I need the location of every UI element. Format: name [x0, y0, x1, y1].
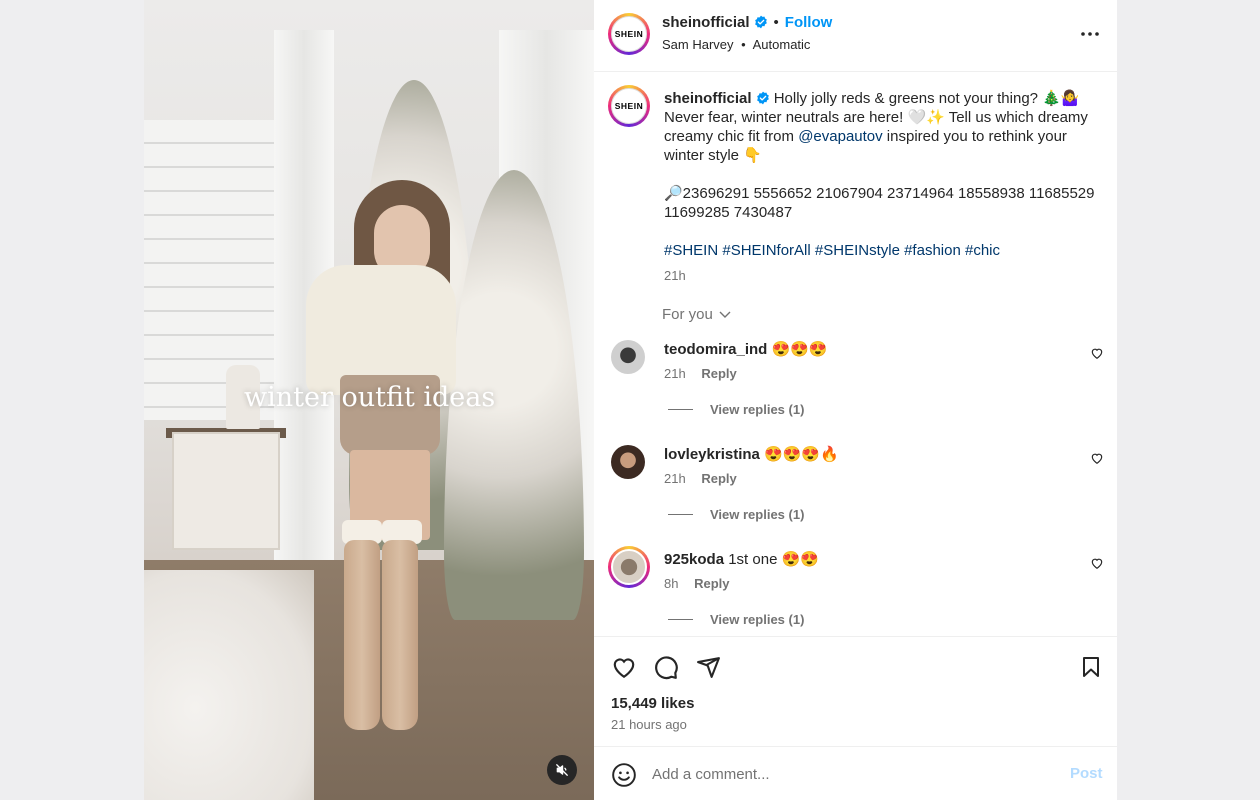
caption-hashtags: #SHEIN #SHEINforAll #SHEINstyle #fashion… — [664, 241, 1104, 260]
heart-icon[interactable] — [1090, 556, 1104, 570]
shein-logo: SHEIN — [611, 88, 647, 124]
divider-line — [668, 619, 693, 620]
view-replies-label: View replies (1) — [710, 507, 805, 522]
white-rug — [144, 570, 314, 800]
commenter-avatar[interactable] — [608, 546, 650, 588]
commenter-avatar[interactable] — [611, 445, 645, 479]
divider-line — [668, 409, 693, 410]
ellipsis-icon — [1081, 32, 1099, 36]
more-options-button[interactable] — [1078, 22, 1102, 46]
comment-time: 21h — [664, 471, 686, 486]
emoji-button[interactable] — [611, 762, 637, 788]
author-avatar[interactable]: SHEIN — [608, 13, 650, 55]
add-comment-form: Post — [594, 746, 1117, 800]
comment-item: 925koda 1st one 😍😍 8h Reply View replies… — [594, 546, 1117, 636]
comment-content: teodomira_ind 😍😍😍 — [664, 340, 828, 358]
view-replies-button[interactable]: View replies (1) — [668, 507, 804, 522]
shein-logo: SHEIN — [611, 16, 647, 52]
author-username[interactable]: sheinofficial — [662, 14, 750, 31]
post-comment-button[interactable]: Post — [1070, 765, 1103, 782]
hashtag[interactable]: #chic — [965, 242, 1000, 259]
reply-button[interactable]: Reply — [694, 576, 729, 591]
post-header: SHEIN sheinofficial • Follow Sam Harvey • … — [594, 0, 1117, 72]
view-replies-label: View replies (1) — [710, 612, 805, 627]
hashtag[interactable]: #SHEINforAll — [722, 242, 810, 259]
comment-sort-label: For you — [662, 306, 713, 323]
hashtag[interactable]: #SHEINstyle — [815, 242, 900, 259]
heart-icon — [613, 658, 635, 679]
audio-artist: Sam Harvey — [662, 37, 734, 52]
comment-meta: 8h Reply — [664, 576, 730, 591]
comment-button[interactable] — [652, 653, 680, 681]
comment-item: teodomira_ind 😍😍😍 21h Reply View replies… — [594, 340, 1117, 440]
comment-bubble-icon — [655, 656, 678, 680]
commenter-username[interactable]: lovleykristina — [664, 446, 760, 463]
view-replies-button[interactable]: View replies (1) — [668, 402, 804, 417]
caption-product-codes: 🔎23696291 5556652 21067904 23714964 1855… — [664, 185, 1095, 221]
nightstand — [172, 432, 280, 550]
like-button[interactable] — [610, 653, 638, 681]
heart-icon[interactable] — [1090, 346, 1104, 360]
hashtag[interactable]: #SHEIN — [664, 242, 718, 259]
view-replies-label: View replies (1) — [710, 402, 805, 417]
likes-count[interactable]: 15,449 likes — [611, 695, 694, 712]
post-panel: SHEIN sheinofficial • Follow Sam Harvey • … — [594, 0, 1117, 800]
comment-content: 925koda 1st one 😍😍 — [664, 550, 819, 568]
comment-content: lovleykristina 😍😍😍🔥 — [664, 445, 839, 463]
boot-right — [382, 540, 418, 730]
view-replies-button[interactable]: View replies (1) — [668, 612, 804, 627]
shiplap-wall — [144, 120, 294, 420]
emoji-smiley-icon — [612, 763, 636, 787]
comment-meta: 21h Reply — [664, 471, 737, 486]
caption-time: 21h — [664, 268, 686, 283]
comment-time: 21h — [664, 366, 686, 381]
heart-icon[interactable] — [1090, 451, 1104, 465]
commenter-username[interactable]: 925koda — [664, 551, 724, 568]
comment-time: 8h — [664, 576, 679, 591]
chevron-down-icon — [719, 311, 731, 318]
post-timestamp: 21 hours ago — [611, 717, 687, 732]
post-video[interactable]: winter outfit ideas — [144, 0, 594, 800]
commenter-username[interactable]: teodomira_ind — [664, 341, 767, 358]
header-separator: • — [773, 14, 779, 31]
save-button[interactable] — [1077, 653, 1105, 681]
reply-button[interactable]: Reply — [701, 471, 736, 486]
post-caption: sheinofficial Holly jolly reds & greens … — [664, 89, 1104, 285]
audio-separator: • — [741, 37, 746, 52]
post-modal: winter outfit ideas SHEIN sheinofficial •… — [0, 0, 1260, 800]
verified-badge-icon — [756, 91, 769, 105]
caption-author-avatar[interactable]: SHEIN — [608, 85, 650, 127]
boot-left — [344, 540, 380, 730]
post-actions: 15,449 likes 21 hours ago — [594, 636, 1117, 746]
comment-text: 😍😍😍 — [771, 341, 828, 358]
comment-sort-dropdown[interactable]: For you — [662, 306, 731, 323]
comment-item: lovleykristina 😍😍😍🔥 21h Reply View repli… — [594, 445, 1117, 545]
reply-button[interactable]: Reply — [701, 366, 736, 381]
verified-badge-icon — [754, 15, 767, 29]
comment-input[interactable] — [652, 761, 1052, 787]
audio-info[interactable]: Sam Harvey • Automatic — [662, 37, 810, 52]
mute-button[interactable] — [547, 755, 577, 785]
share-button[interactable] — [694, 653, 722, 681]
follow-button[interactable]: Follow — [785, 14, 833, 31]
hashtag[interactable]: #fashion — [904, 242, 961, 259]
caption-username[interactable]: sheinofficial — [664, 90, 752, 107]
header-title-row: sheinofficial • Follow — [662, 14, 832, 32]
bookmark-icon — [1083, 657, 1099, 677]
caption-mention[interactable]: @evapautov — [798, 128, 882, 145]
paper-plane-icon — [696, 656, 720, 678]
commenter-avatar-photo — [611, 549, 647, 585]
comment-text: 1st one 😍😍 — [728, 551, 819, 568]
divider-line — [668, 514, 693, 515]
video-overlay-text: winter outfit ideas — [244, 382, 496, 413]
comment-text: 😍😍😍🔥 — [764, 446, 839, 463]
comments-scroll-area[interactable]: SHEIN sheinofficial Holly jolly reds & g… — [594, 72, 1117, 636]
speaker-muted-icon — [556, 764, 568, 776]
audio-track: Automatic — [752, 37, 811, 52]
comment-meta: 21h Reply — [664, 366, 737, 381]
commenter-avatar[interactable] — [611, 340, 645, 374]
